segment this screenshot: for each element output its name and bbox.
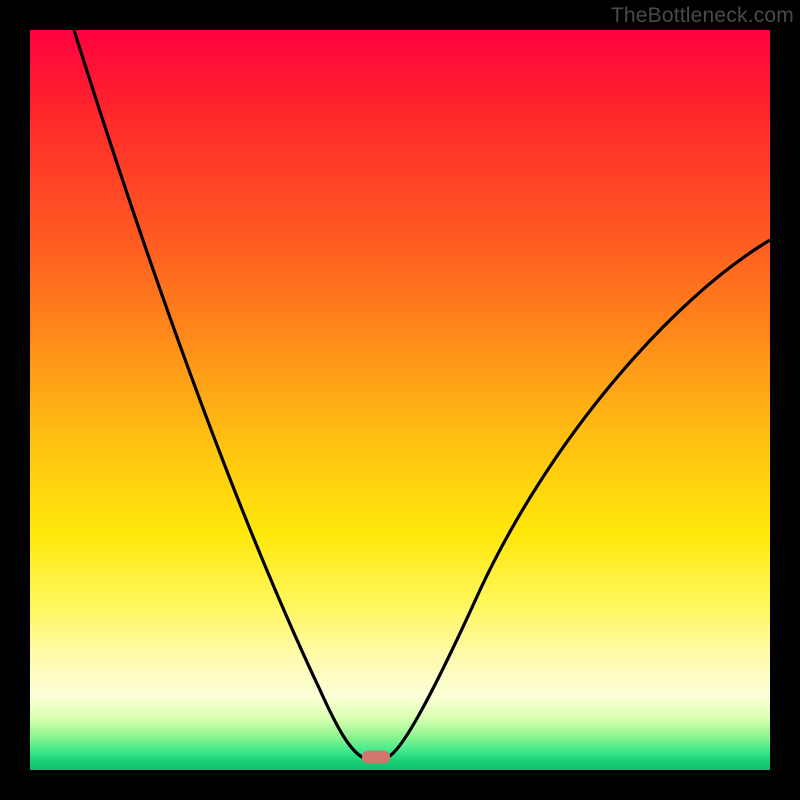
curve-svg: [30, 30, 770, 770]
plot-area: [30, 30, 770, 770]
bottleneck-curve: [74, 30, 770, 757]
chart-frame: TheBottleneck.com: [0, 0, 800, 800]
optimal-marker: [362, 750, 390, 763]
watermark-text: TheBottleneck.com: [611, 4, 794, 28]
